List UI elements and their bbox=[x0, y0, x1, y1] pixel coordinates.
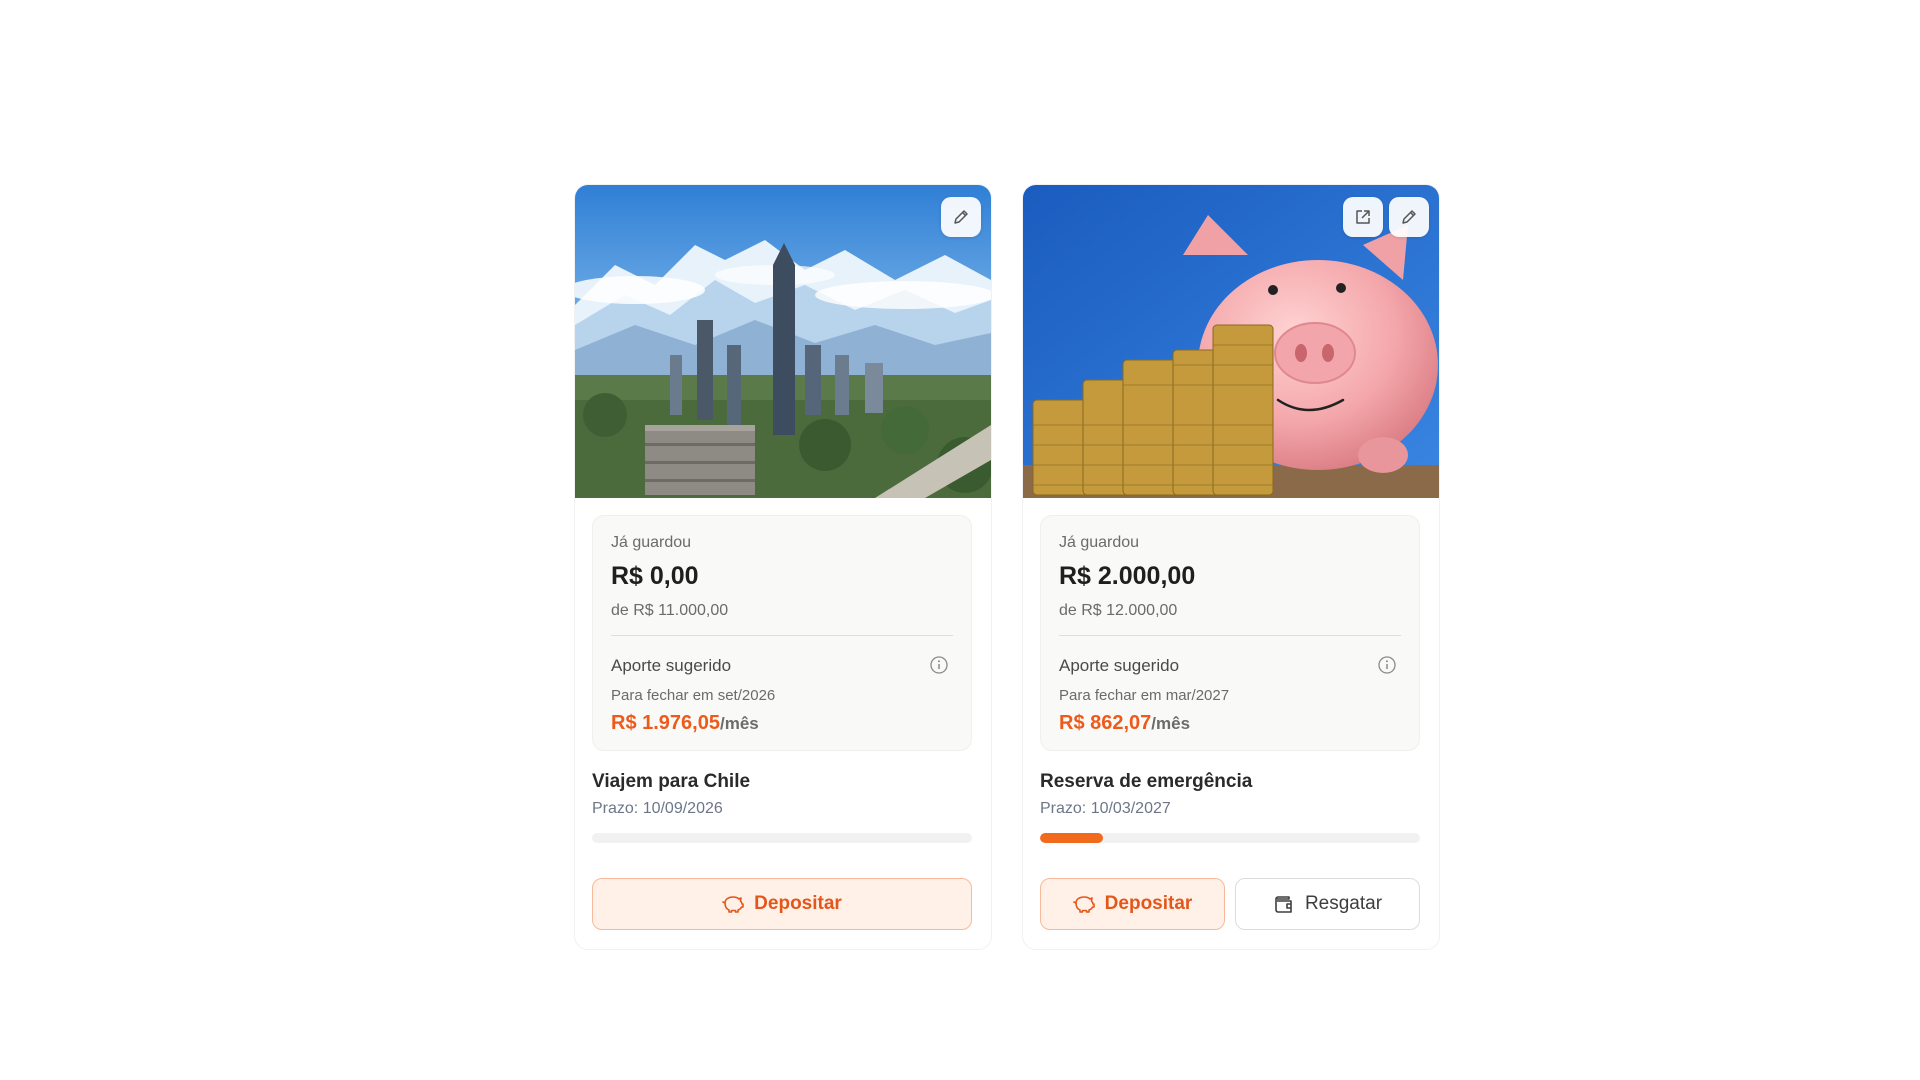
info-icon[interactable] bbox=[929, 655, 949, 675]
edit-button[interactable] bbox=[941, 197, 981, 237]
goal-image-santiago bbox=[575, 185, 991, 498]
divider bbox=[611, 635, 953, 636]
monthly-amount: R$ 862,07 bbox=[1059, 712, 1152, 734]
goal-total: de R$ 12.000,00 bbox=[1059, 602, 1178, 619]
saved-label: Já guardou bbox=[611, 534, 692, 551]
monthly-contribution: R$ 1.976,05/mês bbox=[611, 712, 759, 735]
monthly-contribution: R$ 862,07/mês bbox=[1059, 712, 1190, 735]
deposit-button[interactable]: Depositar bbox=[1040, 878, 1225, 930]
goal-deadline: Prazo: 10/09/2026 bbox=[592, 800, 723, 817]
goal-name: Viajem para Chile bbox=[592, 771, 751, 792]
close-date: Para fechar em mar/2027 bbox=[1059, 687, 1230, 704]
edit-button[interactable] bbox=[1389, 197, 1429, 237]
progress-bar bbox=[592, 833, 972, 843]
deposit-label: Depositar bbox=[754, 893, 842, 914]
savings-summary: Já guardou R$ 0,00 de R$ 11.000,00 Aport… bbox=[592, 515, 972, 751]
wallet-icon bbox=[1275, 896, 1292, 913]
goal-card-chile: Já guardou R$ 0,00 de R$ 11.000,00 Aport… bbox=[574, 184, 992, 950]
suggested-contribution-title: Aporte sugerido bbox=[1059, 656, 1180, 675]
per-month-label: /mês bbox=[719, 714, 759, 733]
deposit-button[interactable]: Depositar bbox=[592, 878, 972, 930]
pencil-icon bbox=[1402, 210, 1416, 224]
saved-label: Já guardou bbox=[1059, 534, 1140, 551]
suggested-contribution-title: Aporte sugerido bbox=[611, 656, 732, 675]
goal-deadline: Prazo: 10/03/2027 bbox=[1040, 800, 1171, 817]
per-month-label: /mês bbox=[1151, 714, 1191, 733]
withdraw-button[interactable]: Resgatar bbox=[1235, 878, 1420, 930]
saved-amount: R$ 0,00 bbox=[611, 562, 699, 590]
external-link-icon bbox=[1356, 210, 1370, 224]
savings-summary: Já guardou R$ 2.000,00 de R$ 12.000,00 A… bbox=[1040, 515, 1420, 751]
piggy-bank-icon bbox=[722, 896, 744, 913]
withdraw-label: Resgatar bbox=[1304, 893, 1383, 914]
progress-bar bbox=[1040, 833, 1420, 843]
progress-fill bbox=[1040, 833, 1104, 843]
monthly-amount: R$ 1.976,05 bbox=[611, 712, 720, 734]
deposit-label: Depositar bbox=[1104, 893, 1193, 914]
piggy-bank-icon bbox=[1072, 896, 1095, 913]
goal-name: Reserva de emergência bbox=[1040, 771, 1253, 792]
open-external-button[interactable] bbox=[1343, 197, 1383, 237]
close-date: Para fechar em set/2026 bbox=[611, 687, 776, 704]
saved-amount: R$ 2.000,00 bbox=[1059, 562, 1196, 590]
goal-card-emergency: Já guardou R$ 2.000,00 de R$ 12.000,00 A… bbox=[1022, 184, 1440, 950]
divider bbox=[1059, 635, 1401, 636]
pencil-icon bbox=[954, 210, 968, 224]
goal-total: de R$ 11.000,00 bbox=[611, 602, 729, 619]
goal-image-piggy-bank bbox=[1023, 185, 1439, 498]
info-icon[interactable] bbox=[1377, 655, 1397, 675]
